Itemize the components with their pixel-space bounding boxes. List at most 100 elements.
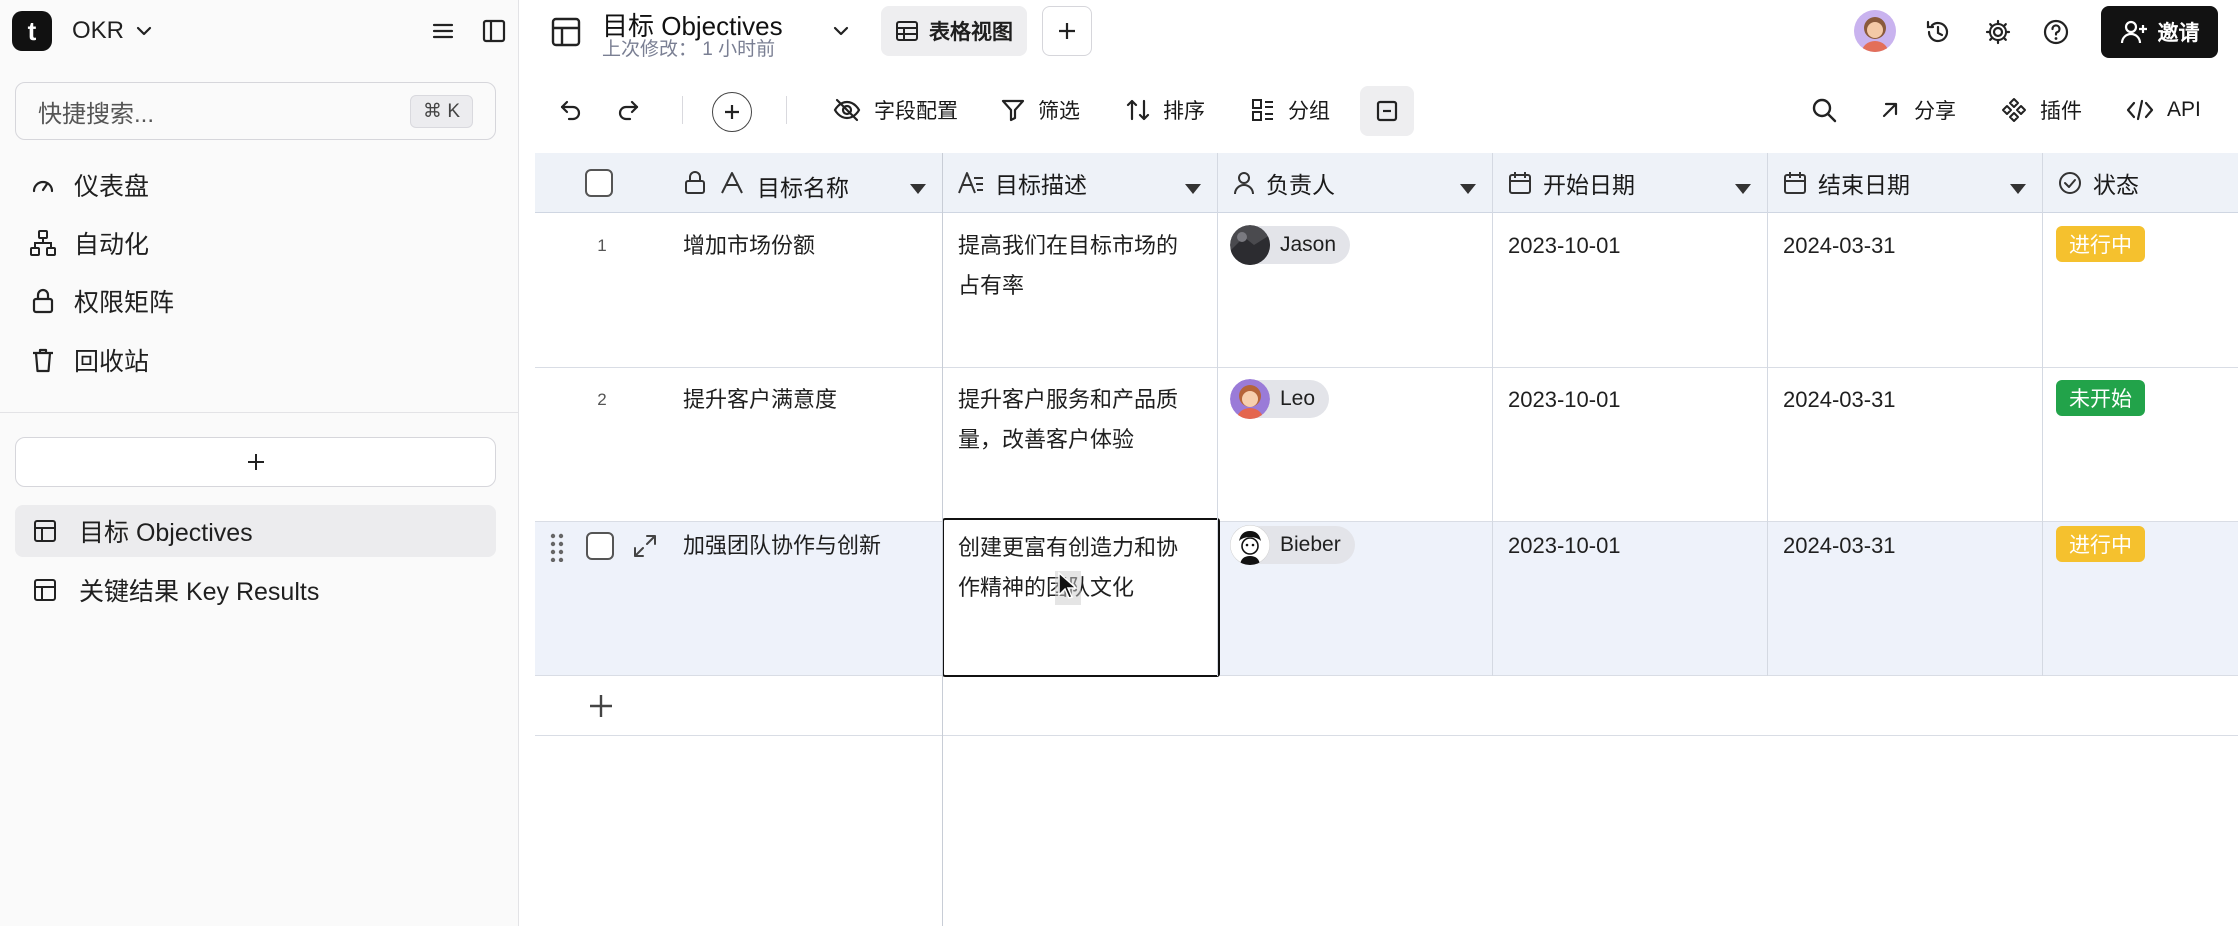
long-text-icon [957, 170, 985, 196]
avatar[interactable] [1854, 10, 1896, 52]
plus-icon[interactable] [587, 692, 615, 720]
status-badge[interactable]: 未开始 [2056, 380, 2145, 416]
person-icon [1232, 170, 1256, 196]
column-divider [1767, 153, 1768, 676]
owner-name: Bieber [1280, 533, 1341, 556]
app-logo[interactable]: t [12, 11, 52, 51]
column-header-end-date[interactable]: 结束日期 [1768, 153, 2043, 213]
add-table-button[interactable] [15, 437, 496, 487]
column-divider [1492, 153, 1493, 676]
owner-chip[interactable]: Jason [1230, 225, 1351, 265]
description-line: 创建更富有创造力和协 [958, 535, 1179, 560]
owner-chip[interactable]: Leo [1230, 379, 1330, 419]
add-row[interactable] [535, 676, 2238, 736]
nav-item-dashboard[interactable]: 仪表盘 [28, 165, 149, 205]
column-header-status[interactable]: 状态 [2043, 153, 2238, 213]
column-header-name[interactable]: 目标名称 [535, 153, 943, 213]
column-header-start-date[interactable]: 开始日期 [1493, 153, 1768, 213]
column-header-label: 负责人 [1266, 171, 1335, 198]
caret-down-icon[interactable] [2009, 175, 2027, 202]
avatar [1230, 525, 1270, 565]
table-icon [550, 16, 582, 48]
table-row[interactable]: 2 提升客户满意度 提升客户服务和产品质 量，改善客户体验 Leo 2023-1… [535, 368, 2238, 522]
expand-icon[interactable] [631, 532, 659, 560]
caret-down-icon[interactable] [1734, 175, 1752, 202]
table-row[interactable]: 1 增加市场份额 提高我们在目标市场的 占有率 Jason 2023-10-01… [535, 214, 2238, 368]
owner-name: Jason [1280, 233, 1337, 256]
sitemap-icon [28, 229, 58, 257]
calendar-icon [1782, 170, 1808, 196]
cell-description[interactable]: 提高我们在目标市场的 占有率 [958, 226, 1178, 306]
column-header-description[interactable]: 目标描述 [943, 153, 1218, 213]
status-badge[interactable]: 进行中 [2056, 526, 2145, 562]
undo-button[interactable] [558, 80, 584, 140]
cell-description-selected[interactable]: 创建更富有创造力和协 作精神的团队文化 [942, 518, 1220, 677]
menu-icon[interactable] [431, 19, 455, 43]
help-icon[interactable] [2042, 18, 2070, 46]
redo-button[interactable] [615, 80, 641, 140]
search-button[interactable] [1810, 80, 1838, 140]
app-name[interactable]: OKR [72, 17, 124, 45]
invite-label: 邀请 [2157, 22, 2200, 45]
sidebar-toggle-icon[interactable] [481, 18, 507, 44]
nav-item-label: 自动化 [74, 231, 150, 259]
search-placeholder: 快捷搜索... [38, 100, 155, 128]
table-item-label: 关键结果 Key Results [79, 578, 320, 606]
nav-item-trash[interactable]: 回收站 [28, 340, 149, 380]
invite-button[interactable]: 邀请 [2101, 6, 2218, 58]
filter-button[interactable]: 筛选 [1000, 80, 1080, 140]
sidebar-divider [0, 412, 518, 413]
add-view-button[interactable] [1042, 6, 1092, 56]
sort-label: 排序 [1163, 100, 1205, 123]
owner-chip[interactable]: Bieber [1230, 525, 1355, 565]
table-row[interactable]: 加强团队协作与创新 创建更富有创造力和协 作精神的团队文化 Bieber 202… [535, 518, 2238, 677]
row-checkbox[interactable] [586, 532, 614, 560]
api-button[interactable]: API [2125, 80, 2201, 140]
cell-name[interactable]: 加强团队协作与创新 [683, 526, 881, 566]
add-record-button[interactable] [712, 92, 752, 132]
search-input[interactable]: 快捷搜索... ⌘ K [15, 82, 496, 140]
view-tab-label: 表格视图 [929, 21, 1013, 44]
table-item-key-results[interactable]: 关键结果 Key Results [15, 564, 496, 616]
row-height-button[interactable] [1360, 86, 1414, 136]
toolbar: 字段配置 筛选 排序 分组 分享 插件 API [520, 80, 2238, 140]
gear-icon[interactable] [1984, 18, 2012, 46]
cell-end-date[interactable]: 2024-03-31 [1783, 226, 1896, 266]
lock-icon [28, 287, 58, 315]
caret-down-icon[interactable] [1184, 175, 1202, 202]
gauge-icon [28, 172, 58, 198]
nav-item-automation[interactable]: 自动化 [28, 223, 149, 263]
column-header-owner[interactable]: 负责人 [1218, 153, 1493, 213]
field-config-button[interactable]: 字段配置 [832, 80, 958, 140]
cell-end-date[interactable]: 2024-03-31 [1783, 380, 1896, 420]
tab-grid-view[interactable]: 表格视图 [881, 6, 1027, 56]
avatar [1230, 379, 1270, 419]
nav-item-label: 仪表盘 [74, 173, 150, 201]
cell-end-date[interactable]: 2024-03-31 [1783, 526, 1896, 566]
cell-description[interactable]: 提升客户服务和产品质 量，改善客户体验 [958, 380, 1178, 460]
search-shortcut: ⌘ K [410, 94, 473, 128]
last-modified: 上次修改： 1 小时前 [602, 39, 776, 60]
filter-label: 筛选 [1038, 100, 1080, 123]
table-item-objectives[interactable]: 目标 Objectives [15, 505, 496, 557]
caret-down-icon[interactable] [909, 175, 927, 202]
status-badge[interactable]: 进行中 [2056, 226, 2145, 262]
history-icon[interactable] [1924, 18, 1952, 46]
chevron-down-icon[interactable] [830, 20, 852, 42]
cell-name[interactable]: 提升客户满意度 [683, 380, 837, 420]
caret-down-icon[interactable] [1459, 175, 1477, 202]
select-all-checkbox[interactable] [585, 169, 613, 197]
chevron-down-icon[interactable] [134, 21, 154, 41]
cell-start-date[interactable]: 2023-10-01 [1508, 226, 1621, 266]
cell-start-date[interactable]: 2023-10-01 [1508, 380, 1621, 420]
share-button[interactable]: 分享 [1878, 80, 1956, 140]
sort-button[interactable]: 排序 [1125, 80, 1205, 140]
plugins-button[interactable]: 插件 [2000, 80, 2082, 140]
drag-handle-icon[interactable] [549, 532, 565, 562]
api-label: API [2167, 98, 2201, 121]
nav-item-permissions[interactable]: 权限矩阵 [28, 281, 174, 321]
cell-start-date[interactable]: 2023-10-01 [1508, 526, 1621, 566]
lock-icon [683, 170, 707, 196]
cell-name[interactable]: 增加市场份额 [683, 226, 815, 266]
group-button[interactable]: 分组 [1250, 80, 1330, 140]
